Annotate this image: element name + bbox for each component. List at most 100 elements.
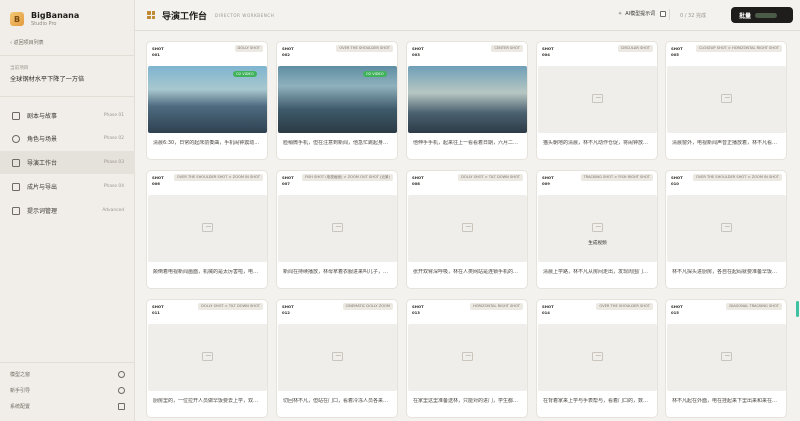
video-badge: O2 VIDEO [233,71,257,77]
shot-card[interactable]: SHOT 015 DIAGONAL TRACKING SHOT 林不凡起在外面，电在… [665,299,787,418]
shot-card[interactable]: SHOT 008 DOLLY SHOT > TILT DOWN SHOT 张开双臂深… [406,170,528,289]
image-placeholder-icon [332,223,343,232]
shot-card[interactable]: SHOT 010 OVER THE SHOULDER SHOT > ZOOM IN… [665,170,787,289]
shot-card-header: SHOT 014 OVER THE SHOULDER SHOT [537,300,657,324]
shot-number: SHOT 012 [282,304,294,315]
project-label: 当前项目 [10,66,29,71]
shot-thumbnail-placeholder[interactable] [667,324,786,391]
document-icon [12,111,20,120]
shot-card[interactable]: SHOT 002 OVER THE SHOULDER SHOT O2 VIDEO 脸稍… [276,41,398,160]
shot-thumbnail[interactable]: O2 VIDEO [148,66,267,133]
shot-thumbnail-placeholder[interactable] [538,324,657,391]
shot-thumbnail[interactable]: O2 VIDEO [278,66,397,133]
shot-thumbnail-placeholder[interactable] [148,324,267,391]
page-subtitle: DIRECTOR WORKBENCH [215,13,275,18]
users-icon [12,134,20,143]
shot-thumbnail-placeholder[interactable] [408,195,527,262]
generate-video-label[interactable]: 生成视频 [538,240,657,246]
shot-thumbnail-placeholder[interactable] [538,66,657,133]
shot-description: 颠倒着电视新闻画面，机械的是太厉害啦，电子邮件和资讯等原因 [153,269,262,275]
sidebar-item-label: 导演工作台 [27,160,58,167]
shot-thumbnail[interactable] [408,66,527,133]
brand-name: BigBanana [31,11,80,20]
phase-label: Advanced [102,208,124,213]
footer-item-models[interactable]: 模型之窗 [10,371,125,378]
brand[interactable]: B BigBanana Studio Pro [10,11,79,27]
header: 导演工作台 DIRECTOR WORKBENCH ✧ AI模型提示词 0 / 3… [135,0,800,31]
sidebar-item-export[interactable]: 成片与导出 Phase 04 [0,175,135,198]
shot-card-header: SHOT 001 DOLLY SHOT [147,42,267,66]
shot-card[interactable]: SHOT 003 CENTER SHOT 他伸手手机，起来往上一看看着日期，六月二日… [406,41,528,160]
shot-card[interactable]: SHOT 001 DOLLY SHOT O2 VIDEO 清晨6:30，日常的起床前奏… [146,41,268,160]
ai-toggle-label: AI模型提示词 [625,11,656,17]
footer-item-settings[interactable]: 系统配置 [10,403,125,410]
batch-button[interactable]: 批量 [731,7,793,23]
shot-type-badge: OVER THE SHOULDER SHOT > ZOOM IN SHOT [692,174,782,181]
sidebar-item-characters[interactable]: 角色与场景 Phase 02 [0,127,135,150]
moon-icon [118,387,125,394]
shot-card-header: SHOT 010 OVER THE SHOULDER SHOT > ZOOM IN… [666,171,786,195]
shot-card-header: SHOT 002 OVER THE SHOULDER SHOT [277,42,397,66]
shot-card[interactable]: SHOT 009 TRACKING SHOT > FISH RIGHT SHOT 生… [536,170,658,289]
sidebar-item-script[interactable]: 剧本与故事 Phase 01 [0,104,135,127]
back-to-projects-link[interactable]: ‹ 返回项目列表 [10,39,44,46]
shot-thumbnail-placeholder[interactable] [667,195,786,262]
shot-thumbnail-placeholder[interactable] [667,66,786,133]
video-badge: O2 VIDEO [363,71,387,77]
phase-label: Phase 01 [103,113,124,118]
shot-thumbnail-placeholder[interactable] [408,324,527,391]
shot-description: 在家里这里准备送林，只能对的进门，学生都在快进最开心的的 [413,398,522,404]
shot-description: 他伸手手机，起来往上一看看着日期，六月二日，不是那人们，猫也是一些 [413,140,522,146]
shot-description: 切回林不凡，但站在门口，看着冷冻人员各来回是那好的 [283,398,392,404]
shot-card[interactable]: SHOT 011 DOLLY SHOT > TILT DOWN SHOT 厨房里的，… [146,299,268,418]
shot-card[interactable]: SHOT 004 CIRCULAR SHOT 猫头朝地的清晨，林不凡动作仓促，将闹钟… [536,41,658,160]
page-title: 导演工作台 [162,12,208,22]
shot-card[interactable]: SHOT 012 CINEMATIC DOLLY ZOOM 切回林不凡，但站在门口，… [276,299,398,418]
shot-type-badge: DOLLY SHOT [234,45,263,52]
image-placeholder-icon [721,223,732,232]
shot-card-header: SHOT 013 HORIZONTAL RIGHT SHOT [407,300,527,324]
ai-prompt-toggle[interactable]: ✧ AI模型提示词 [618,10,667,17]
shot-card[interactable]: SHOT 006 OVER THE SHOULDER SHOT > ZOOM IN… [146,170,268,289]
image-placeholder-icon [332,352,343,361]
shot-description: 在背着家来上学与手表帮与，看着门口的，数据表本能地在电子 [543,398,652,404]
shot-thumbnail-placeholder[interactable] [278,195,397,262]
shot-card-header: SHOT 004 CIRCULAR SHOT [537,42,657,66]
footer-label: 系统配置 [10,404,31,410]
scrollbar-thumb[interactable] [796,301,799,317]
footer-label: 模型之窗 [10,372,31,378]
shot-thumbnail-placeholder[interactable]: 生成视频 [538,195,657,262]
shot-type-badge: FISH SHOT (电视画面) > ZOOM OUT SHOT (近景) [301,174,393,181]
logo-icon: B [10,12,24,26]
phase-label: Phase 04 [103,184,124,189]
shot-card[interactable]: SHOT 013 HORIZONTAL RIGHT SHOT 在家里这里准备送林，只… [406,299,528,418]
shot-card[interactable]: SHOT 007 FISH SHOT (电视画面) > ZOOM OUT SHOT… [276,170,398,289]
project-name: 全球钢材水平下降了一万倍 [10,76,85,83]
shot-description: 新闻在持续播放，林母拿着衣服进来叫儿子，该你了 [283,269,392,275]
shot-thumbnail-placeholder[interactable] [278,324,397,391]
shot-card[interactable]: SHOT 014 OVER THE SHOULDER SHOT 在背着家来上学与手表… [536,299,658,418]
shot-description: 厨房里的，一位拉开人员做早饭要去上学，双手拿起锅盖 [153,398,262,404]
footer-label: 新手引导 [10,388,31,394]
shot-number: SHOT 006 [152,175,164,186]
shot-type-badge: OVER THE SHOULDER SHOT [596,303,653,310]
divider [0,55,135,56]
image-placeholder-icon [202,352,213,361]
sidebar-item-prompts[interactable]: 提示词管理 Advanced [0,199,135,222]
sidebar-item-label: 提示词管理 [27,208,58,215]
shot-description: 张开双臂深呼吸，林在人类网站是连锁手机的下载，并在积极的数字化 [413,269,522,275]
divider [0,96,135,97]
footer-item-guide[interactable]: 新手引导 [10,387,125,394]
shot-type-badge: OVER THE SHOULDER SHOT > ZOOM IN SHOT [173,174,263,181]
sidebar-item-director[interactable]: 导演工作台 Phase 03 [0,151,135,174]
shot-thumbnail-placeholder[interactable] [148,195,267,262]
divider [0,362,135,363]
shot-type-badge: DOLLY SHOT > TILT DOWN SHOT [198,303,263,310]
shot-card-header: SHOT 009 TRACKING SHOT > FISH RIGHT SHOT [537,171,657,195]
checkbox-icon[interactable] [660,10,667,17]
progress-counter: 0 / 32 完成 [680,13,706,19]
image-placeholder-icon [592,352,603,361]
shot-card[interactable]: SHOT 005 CLOSEUP SHOT > HORIZONTAL RIGHT … [665,41,787,160]
shot-card-header: SHOT 006 OVER THE SHOULDER SHOT > ZOOM IN… [147,171,267,195]
phase-label: Phase 03 [103,160,124,165]
